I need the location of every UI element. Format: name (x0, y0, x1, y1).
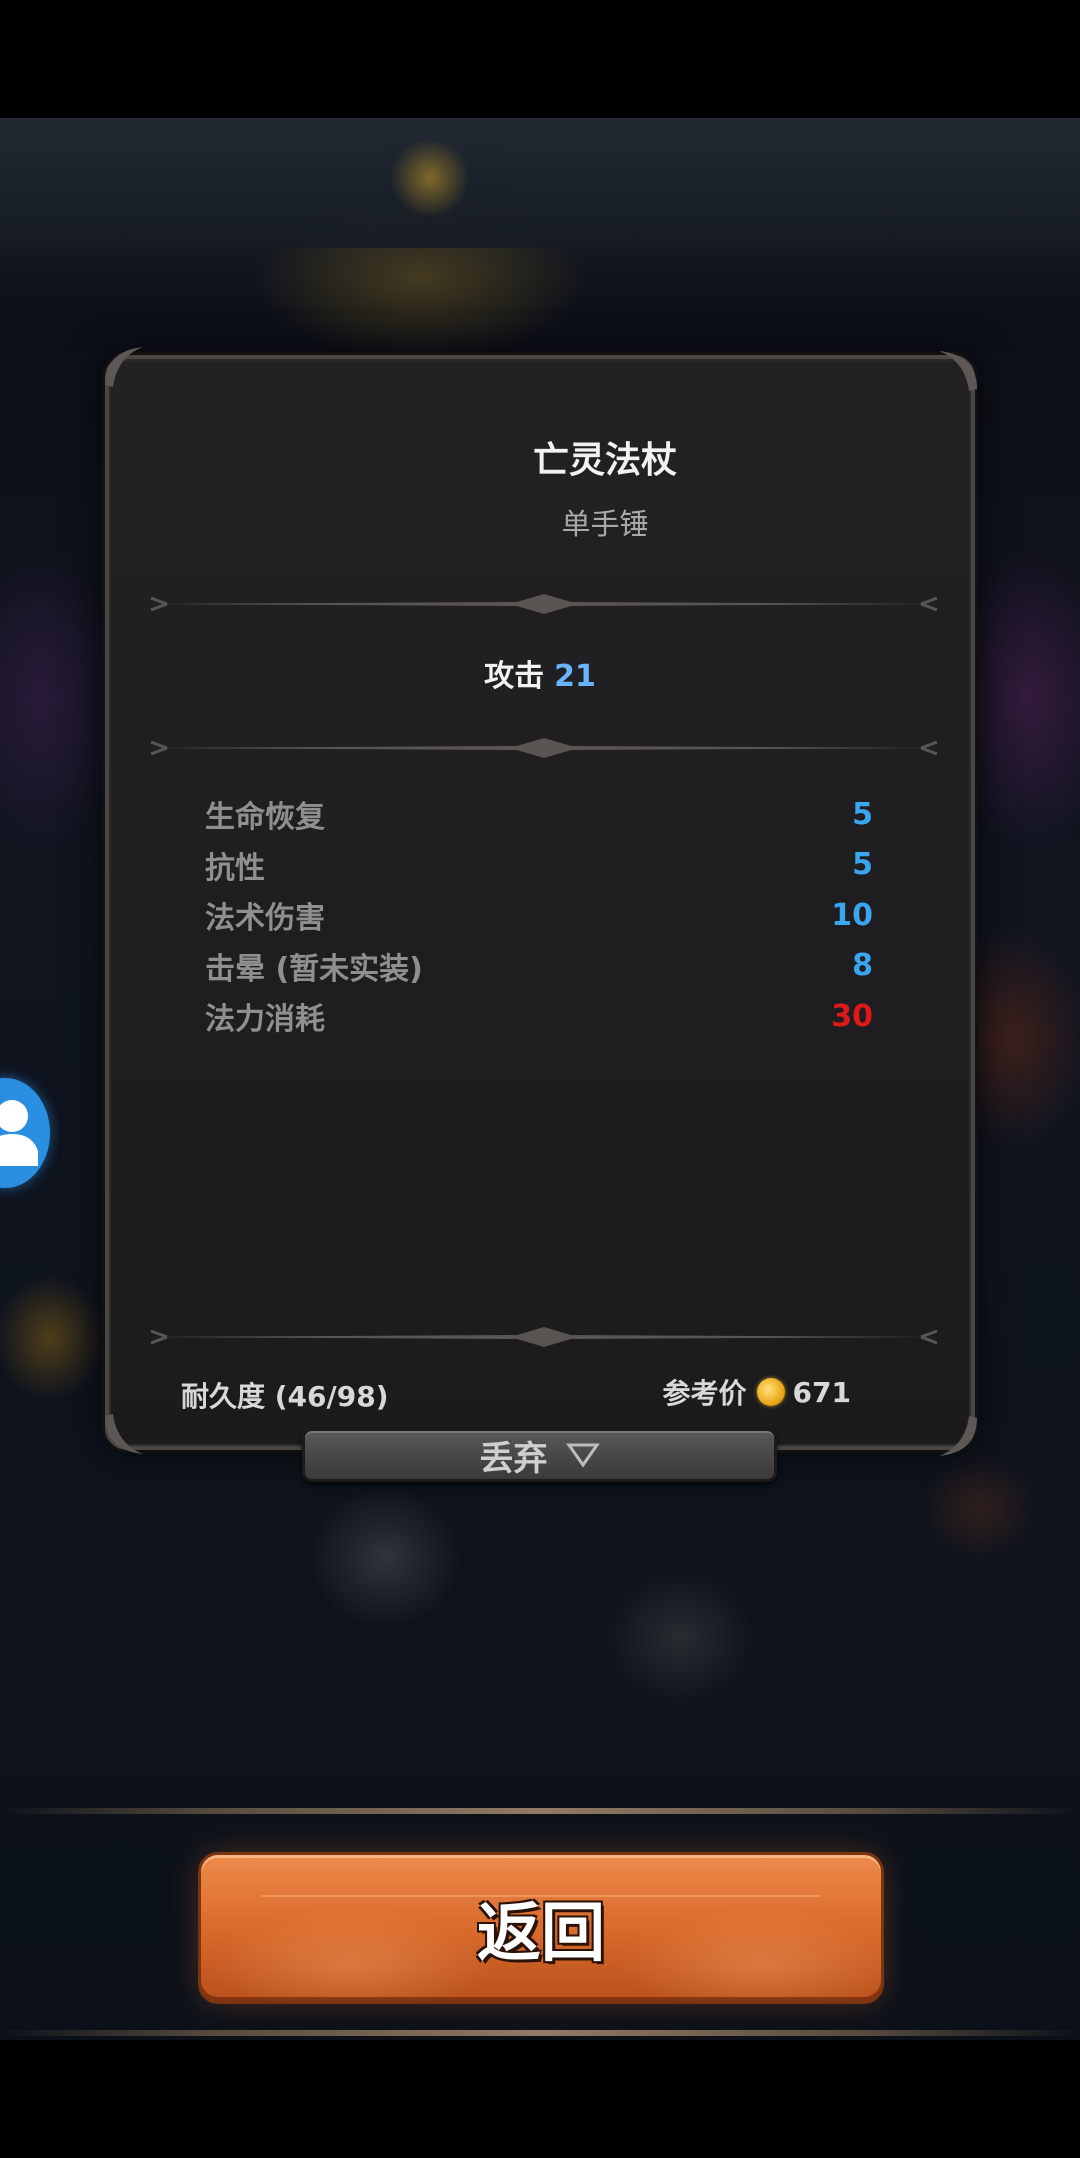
reference-price: 参考价 671 (663, 1372, 851, 1412)
stat-list: 生命恢复 5 抗性 5 法术伤害 10 击晕 (暂未实装) 8 法力消耗 30 (205, 789, 873, 1042)
stat-value: 5 (852, 796, 873, 832)
button-highlight (261, 1895, 821, 1897)
item-name: 亡灵法杖 (532, 440, 677, 481)
stat-value: 8 (852, 948, 873, 984)
stat-label: 击晕 (暂未实装) (205, 951, 423, 987)
ornate-divider (147, 594, 941, 614)
background-coin-glow (390, 138, 470, 218)
stat-label: 生命恢复 (205, 800, 325, 836)
durability-text: 耐久度 (46/98) (181, 1380, 389, 1413)
background-top-bar (0, 118, 1080, 248)
item-type: 单手锤 (561, 507, 649, 541)
stat-value: 10 (831, 897, 873, 933)
back-button[interactable]: 返回 (198, 1852, 884, 2004)
triangle-down-icon (565, 1443, 600, 1468)
corner-ornament (105, 1414, 143, 1454)
ornate-divider (147, 1327, 941, 1347)
stat-row: 生命恢复 5 (205, 789, 873, 840)
corner-ornament (939, 1416, 977, 1456)
ornate-divider (147, 738, 941, 758)
attack-label: 攻击 (484, 659, 545, 694)
item-detail-panel: 亡灵法杖 单手锤 攻击 21 生命恢复 5 抗性 5 法术伤害 10 击晕 (暂未… (105, 347, 977, 1456)
corner-ornament (939, 351, 977, 391)
stat-row: 法术伤害 10 (205, 890, 873, 941)
stat-label: 法术伤害 (205, 901, 325, 937)
price-value: 671 (792, 1375, 851, 1409)
user-icon (0, 1100, 38, 1166)
gold-coin-icon (756, 1378, 785, 1406)
attack-stat: 攻击 21 (109, 651, 971, 695)
attack-value: 21 (554, 659, 596, 694)
corner-ornament (105, 347, 143, 387)
stat-row: 抗性 5 (205, 840, 873, 891)
bottom-divider-bottom (0, 2030, 1080, 2036)
discard-label: 丢弃 (479, 1438, 548, 1479)
stat-label: 法力消耗 (205, 1002, 325, 1038)
stat-label: 抗性 (205, 850, 265, 886)
stat-row: 法力消耗 30 (205, 991, 873, 1042)
stat-value: 5 (852, 847, 873, 883)
discard-button[interactable]: 丢弃 (302, 1428, 777, 1482)
price-label: 参考价 (662, 1377, 747, 1410)
stat-row: 击晕 (暂未实装) 8 (205, 941, 873, 992)
stat-value: 30 (831, 998, 873, 1034)
bottom-divider-top (0, 1808, 1080, 1814)
